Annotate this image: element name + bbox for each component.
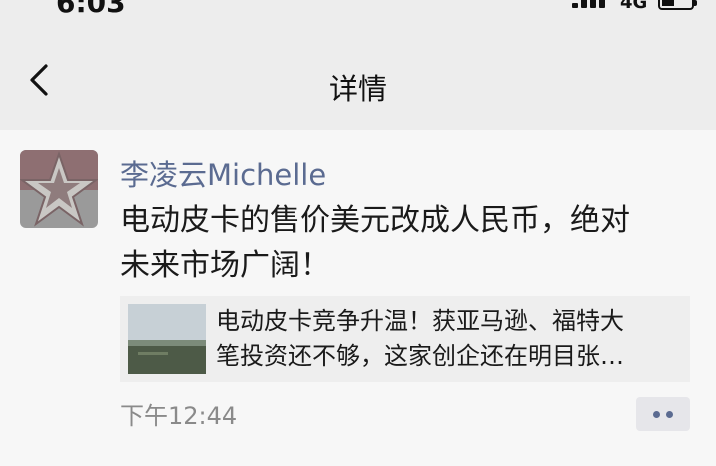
link-title: 电动皮卡竞争升温！获亚马逊、福特大 笔投资还不够，这家创企还在明目张… bbox=[216, 304, 682, 374]
post-time: 下午12:44 bbox=[120, 402, 238, 430]
moment-post: 李凌云Michelle 电动皮卡的售价美元改成人民币，绝对 未来市场广阔！ 电动… bbox=[0, 130, 716, 466]
more-dots-icon[interactable] bbox=[636, 397, 690, 431]
post-text: 电动皮卡的售价美元改成人民币，绝对 未来市场广阔！ bbox=[120, 198, 690, 288]
author-name[interactable]: 李凌云Michelle bbox=[120, 152, 326, 194]
battery-icon bbox=[658, 0, 697, 10]
status-bar: 6:03 4G bbox=[0, 0, 716, 20]
shared-link-card[interactable]: 电动皮卡竞争升温！获亚马逊、福特大 笔投资还不够，这家创企还在明目张… bbox=[120, 296, 690, 382]
network-type: 4G bbox=[620, 0, 648, 13]
avatar[interactable] bbox=[20, 150, 98, 228]
link-title-line: 笔投资还不够，这家创企还在明目张… bbox=[216, 342, 624, 370]
status-time: 6:03 bbox=[56, 0, 126, 19]
post-text-line: 电动皮卡的售价美元改成人民币，绝对 bbox=[120, 203, 630, 238]
signal-icon bbox=[572, 0, 612, 12]
link-thumbnail bbox=[128, 304, 206, 374]
page-title: 详情 bbox=[328, 72, 387, 106]
post-text-line: 未来市场广阔！ bbox=[120, 248, 330, 283]
nav-bar: 详情 bbox=[0, 20, 716, 130]
link-title-line: 电动皮卡竞争升温！获亚马逊、福特大 bbox=[216, 307, 624, 335]
